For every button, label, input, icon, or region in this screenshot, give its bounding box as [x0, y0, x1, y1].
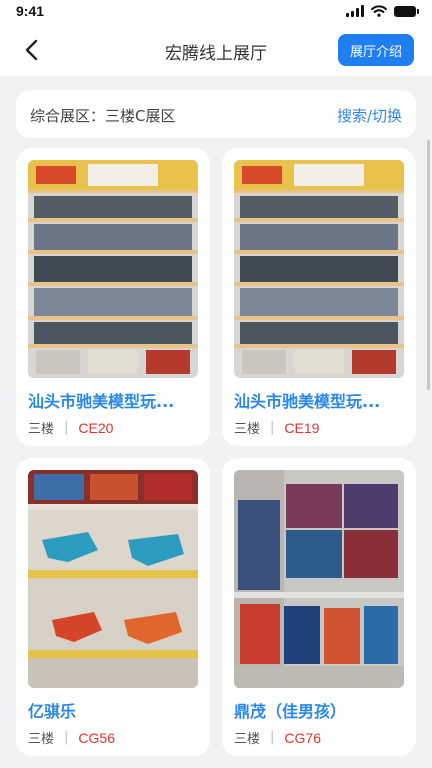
scrollbar[interactable] [427, 140, 430, 390]
booth-card[interactable]: 汕头市驰美模型玩... 三楼 | CE20 [16, 148, 210, 446]
screen: 9:41 宏腾线上展厅 展厅介绍 综合展区：三楼C展区 搜索/切换 汕头市驰美模… [0, 0, 432, 768]
booth-floor: 三楼 [28, 422, 55, 437]
search-switch-link[interactable]: 搜索/切换 [337, 105, 402, 126]
booth-image [234, 470, 404, 688]
status-time: 9:41 [16, 3, 45, 19]
area-bar: 综合展区：三楼C展区 搜索/切换 [16, 90, 416, 138]
status-icons [346, 5, 419, 17]
booth-meta: 三楼 | CG56 [28, 728, 115, 748]
status-bar: 9:41 [0, 0, 432, 24]
booth-floor: 三楼 [234, 422, 261, 437]
area-label: 综合展区：三楼C展区 [30, 107, 176, 125]
booth-card[interactable]: 汕头市驰美模型玩... 三楼 | CE19 [222, 148, 416, 446]
booth-number: CG76 [284, 729, 321, 746]
booth-meta: 三楼 | CE20 [28, 418, 114, 438]
booth-image [28, 470, 198, 688]
meta-divider: | [270, 420, 275, 435]
booth-title: 汕头市驰美模型玩... [234, 392, 381, 411]
booth-number: CE20 [78, 419, 114, 436]
booth-title: 鼎茂（佳男孩） [234, 702, 347, 721]
meta-divider: | [64, 730, 69, 745]
battery-icon [394, 5, 419, 17]
booth-title: 汕头市驰美模型玩... [28, 392, 175, 411]
meta-divider: | [64, 420, 69, 435]
nav-bar: 宏腾线上展厅 展厅介绍 [0, 24, 432, 76]
meta-divider: | [270, 730, 275, 745]
booth-floor: 三楼 [234, 732, 261, 747]
booth-number: CG56 [78, 729, 115, 746]
booth-card[interactable]: 亿骐乐 三楼 | CG56 [16, 458, 210, 756]
booth-floor: 三楼 [28, 732, 55, 747]
booth-title: 亿骐乐 [28, 702, 77, 721]
hall-intro-button[interactable]: 展厅介绍 [338, 34, 414, 66]
booth-meta: 三楼 | CE19 [234, 418, 320, 438]
booth-image [28, 160, 198, 378]
booth-image [234, 160, 404, 378]
booth-meta: 三楼 | CG76 [234, 728, 321, 748]
booth-number: CE19 [284, 419, 320, 436]
wifi-icon [371, 5, 387, 17]
booth-card[interactable]: 鼎茂（佳男孩） 三楼 | CG76 [222, 458, 416, 756]
signal-icon [346, 5, 364, 17]
